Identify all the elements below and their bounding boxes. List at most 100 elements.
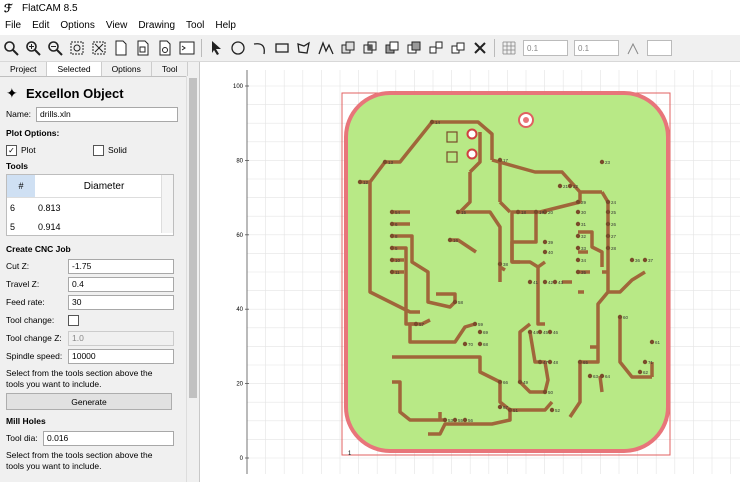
drill-pad <box>575 233 581 239</box>
delete-icon[interactable] <box>469 37 491 59</box>
table-row[interactable]: 5 0.914 <box>7 217 173 236</box>
shell-icon[interactable] <box>176 37 198 59</box>
tab-project[interactable]: Project <box>0 62 48 76</box>
drill-pad <box>605 199 611 205</box>
travel-z-input[interactable]: 0.4 <box>68 276 174 292</box>
union-icon[interactable] <box>337 37 359 59</box>
tab-selected[interactable]: Selected <box>47 62 102 76</box>
edit-geometry-icon[interactable] <box>154 37 176 59</box>
plot-options-row: ✓ Plot Solid <box>6 141 193 159</box>
intersection-icon[interactable] <box>359 37 381 59</box>
tool-dia-input[interactable]: 0.016 <box>43 430 174 446</box>
drill-pad <box>477 341 483 347</box>
plot-canvas[interactable]: 100 80 60 40 20 0 54 6 8 5 10 11 12 13 14 15 16 17 18 19 20… <box>200 62 740 482</box>
tools-table-scrollbar[interactable] <box>161 175 173 233</box>
pad-label: 22 <box>573 184 579 189</box>
panel-scrollbar[interactable] <box>186 76 199 482</box>
move-icon[interactable] <box>425 37 447 59</box>
drill-pad <box>575 209 581 215</box>
pad-label: 54 <box>395 210 401 215</box>
pad-label: 10 <box>395 258 401 263</box>
feed-rate-input[interactable]: 30 <box>68 294 174 310</box>
replot-icon[interactable] <box>66 37 88 59</box>
window-title: FlatCAM 8.5 <box>22 3 78 14</box>
select-pointer-icon[interactable] <box>205 37 227 59</box>
name-input[interactable]: drills.xln <box>36 106 178 122</box>
cut-path-icon[interactable] <box>403 37 425 59</box>
generate-button[interactable]: Generate <box>6 393 172 410</box>
new-file-icon[interactable] <box>110 37 132 59</box>
left-panel: Project Selected Options Tool ✦ Excellon… <box>0 62 200 482</box>
panel-scrollbar-thumb[interactable] <box>189 78 197 398</box>
arc-tool-icon[interactable] <box>249 37 271 59</box>
table-row[interactable]: 6 0.813 <box>7 198 173 217</box>
pad-label: 49 <box>523 380 529 385</box>
plot-label: Plot <box>21 145 36 155</box>
pad-label: 19 <box>539 210 545 215</box>
clear-plot-icon[interactable] <box>88 37 110 59</box>
tab-options[interactable]: Options <box>102 62 152 76</box>
menu-file[interactable]: File <box>0 20 27 31</box>
drill-pad <box>462 417 468 423</box>
cut-z-input[interactable]: -1.75 <box>68 258 174 274</box>
plot-checkbox[interactable]: ✓ <box>6 144 17 156</box>
drill-pad <box>527 279 533 285</box>
title-bar: ℱ FlatCAM 8.5 <box>0 0 740 17</box>
tool-change-checkbox[interactable] <box>68 314 79 326</box>
rectangle-tool-icon[interactable] <box>271 37 293 59</box>
copy-icon[interactable] <box>447 37 469 59</box>
menu-edit[interactable]: Edit <box>27 20 55 31</box>
tool-change-z-input[interactable]: 1.0 <box>68 330 174 346</box>
zoom-fit-icon[interactable] <box>0 37 22 59</box>
drill-pad <box>557 183 563 189</box>
drill-pad <box>533 209 539 215</box>
y-tick-label: 100 <box>233 84 244 90</box>
menu-tool[interactable]: Tool <box>181 20 210 31</box>
drill-sparkle-icon: ✦ <box>6 84 18 101</box>
menu-bar: File Edit Options View Drawing Tool Help <box>0 17 740 34</box>
tool-diameter: 0.813 <box>38 202 61 213</box>
menu-drawing[interactable]: Drawing <box>133 20 181 31</box>
grid-x-field[interactable]: 0.1 <box>523 40 568 56</box>
spindle-input[interactable]: 10000 <box>68 348 174 364</box>
subtract-icon[interactable] <box>381 37 403 59</box>
grid-snap-icon[interactable] <box>498 37 520 59</box>
pad-label: 70 <box>468 342 474 347</box>
tab-tool[interactable]: Tool <box>152 62 189 76</box>
drill-pad <box>497 379 503 385</box>
pad-label: 21 <box>563 184 569 189</box>
grid-y-field[interactable]: 0.1 <box>574 40 619 56</box>
new-geometry-icon[interactable] <box>132 37 154 59</box>
menu-view[interactable]: View <box>101 20 134 31</box>
pad-label: 60 <box>623 315 629 320</box>
tool-dia-row: Tool dia: 0.016 <box>6 429 193 447</box>
polygon-tool-icon[interactable] <box>293 37 315 59</box>
path-tool-icon[interactable] <box>315 37 337 59</box>
y-tick-label: 80 <box>236 158 243 164</box>
pad-label: 20 <box>548 210 554 215</box>
pad-label: 59 <box>478 322 484 327</box>
pad-label: 29 <box>581 200 587 205</box>
zoom-out-icon[interactable] <box>44 37 66 59</box>
pad-label: 55 <box>458 418 464 423</box>
drill-pad <box>389 233 395 239</box>
drill-pad <box>442 417 448 423</box>
corner-snap-icon[interactable] <box>622 37 644 59</box>
menu-help[interactable]: Help <box>210 20 242 31</box>
snap-max-field[interactable] <box>647 40 672 56</box>
solid-checkbox[interactable] <box>93 144 104 156</box>
circle-tool-icon[interactable] <box>227 37 249 59</box>
drill-pad <box>575 221 581 227</box>
drill-pad <box>547 329 553 335</box>
pad-label: 28 <box>611 246 617 251</box>
drill-pad <box>452 299 458 305</box>
plot-options-heading: Plot Options: <box>6 128 60 138</box>
pcb-plot[interactable]: 100806040200 54685101112131415161718 19 20… <box>200 62 740 482</box>
zoom-in-icon[interactable] <box>22 37 44 59</box>
pad-label: 47 <box>543 360 549 365</box>
header-diameter[interactable]: Diameter <box>35 175 173 197</box>
menu-options[interactable]: Options <box>55 20 100 31</box>
y-tick-label: 40 <box>236 307 243 313</box>
pad-label: 36 <box>635 258 641 263</box>
header-number[interactable]: # <box>7 175 35 197</box>
